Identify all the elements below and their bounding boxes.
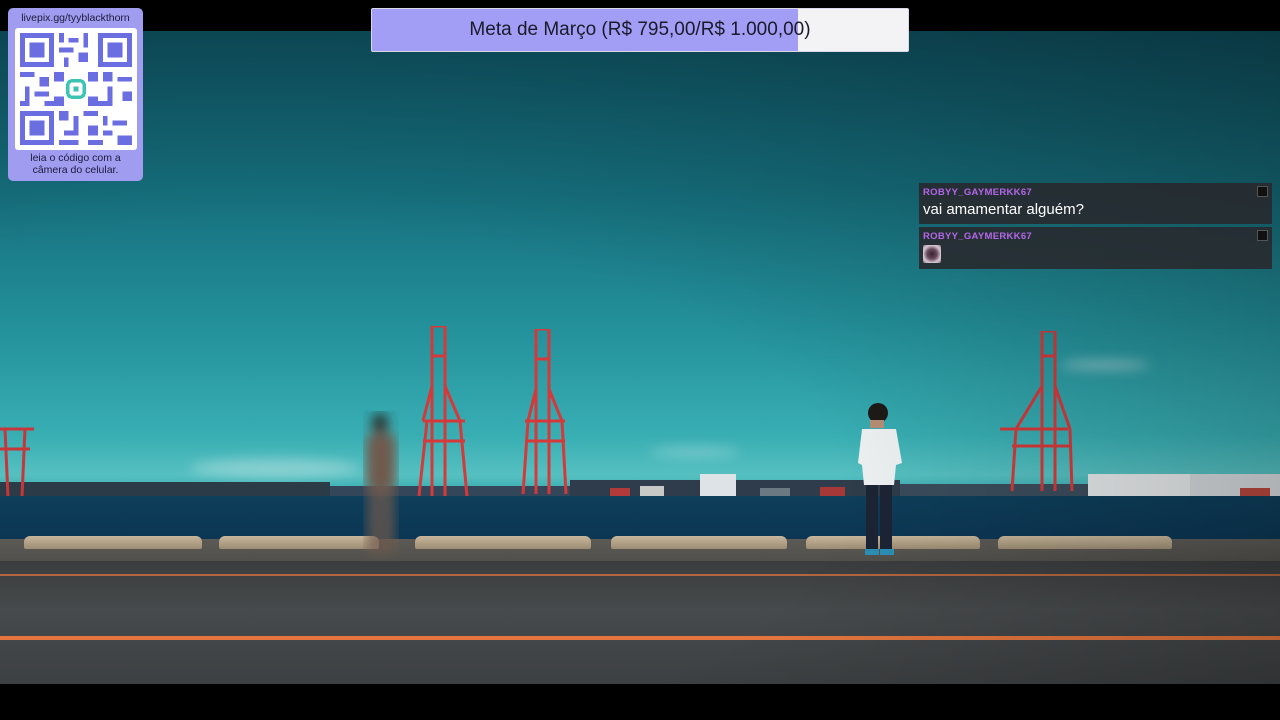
chat-overlay: ROBYY_GAYMERKK67 vai amamentar alguém? R… <box>919 183 1272 272</box>
qr-hint-line-2: câmera do celular. <box>32 164 119 176</box>
vignette <box>0 31 1280 684</box>
video-frame <box>0 31 1280 684</box>
goal-label: Meta de Março (R$ 795,00/R$ 1.000,00) <box>469 19 811 40</box>
chat-username: ROBYY_GAYMERKK67 <box>923 187 1032 198</box>
chat-text: vai amamentar alguém? <box>923 201 1084 218</box>
chat-username: ROBYY_GAYMERKK67 <box>923 231 1032 242</box>
donation-url[interactable]: livepix.gg/tyyblackthorn <box>8 11 143 25</box>
qr-code-icon[interactable] <box>14 28 137 150</box>
chat-message: ROBYY_GAYMERKK67 vai amamentar alguém? <box>919 183 1272 224</box>
qr-hint-line-1: leia o código com a <box>30 152 121 164</box>
emote-icon <box>923 245 941 263</box>
user-badge-icon <box>1257 230 1268 241</box>
donation-qr-panel[interactable]: livepix.gg/tyyblackthorn leia o código c… <box>8 8 143 181</box>
chat-message: ROBYY_GAYMERKK67 <box>919 227 1272 269</box>
user-badge-icon <box>1257 186 1268 197</box>
donation-goal-bar: Meta de Março (R$ 795,00/R$ 1.000,00) <box>371 8 909 52</box>
